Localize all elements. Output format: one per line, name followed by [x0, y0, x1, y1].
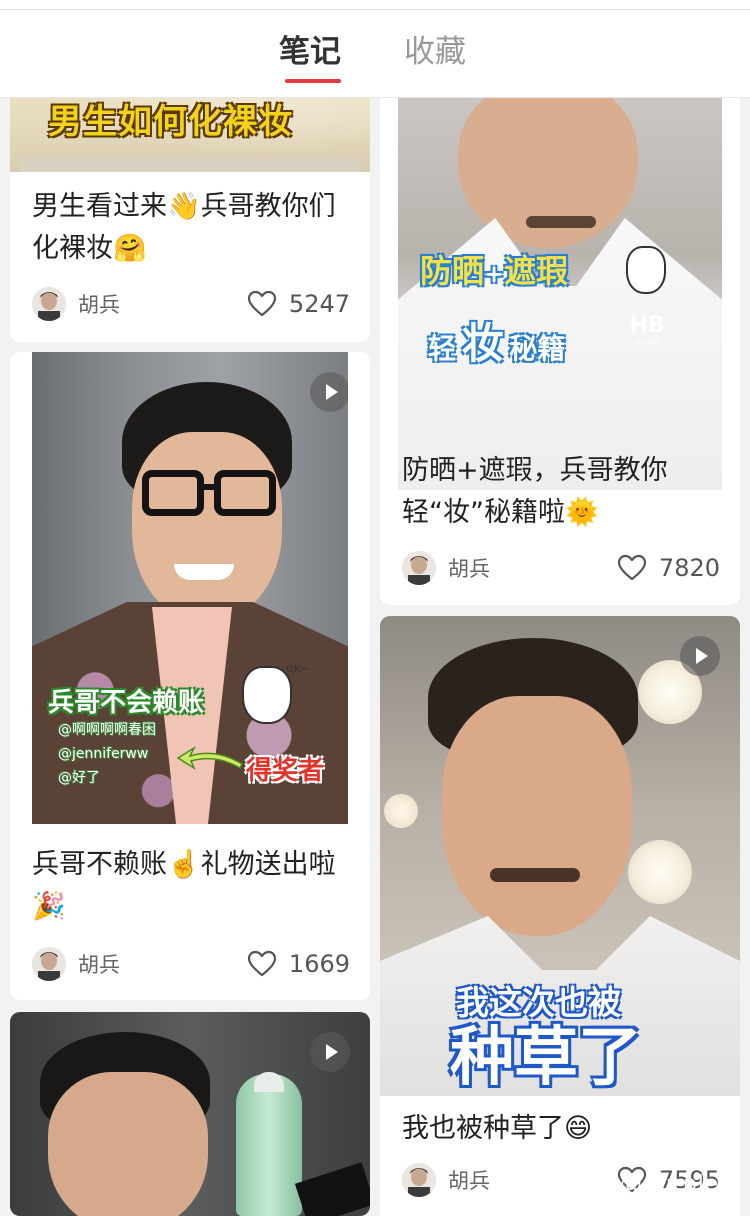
author-name: 胡兵 — [78, 293, 120, 317]
tab-notes[interactable]: 笔记 — [279, 30, 341, 74]
sticker-text: OK~ — [286, 664, 309, 675]
note-card[interactable]: 防晒+遮瑕 轻 妆 秘籍 HB HU BING 防晒+遮瑕，兵哥教你轻“妆”秘籍… — [380, 40, 740, 605]
winner-label: 得奖者 — [246, 756, 325, 786]
thumbnail-caption: 妆 — [461, 319, 504, 368]
thumbnail-caption: 防晒 — [420, 252, 485, 290]
like-count: 7820 — [658, 554, 720, 582]
watermark-text: 知乎 @purplez — [565, 1172, 732, 1197]
like-count: 5247 — [288, 290, 350, 318]
status-bar-divider — [0, 0, 750, 10]
note-card[interactable]: 兵哥不会赖账 @啊啊啊啊春困 @jenniferww @好了 得奖者 OK~ 兵… — [10, 352, 370, 1000]
note-card[interactable]: 我这次也被 种草了 我也被种草了😄 胡兵 7595 — [380, 616, 740, 1216]
winner-name: @jenniferww — [58, 746, 149, 762]
thumbnail-caption: 男生如何化裸妆 — [48, 102, 293, 142]
thumbnail-caption: 轻 — [428, 332, 457, 365]
thumbnail-caption: 兵哥不会赖账 — [48, 688, 205, 718]
tab-bar: 笔记 收藏 — [0, 0, 750, 98]
note-author[interactable]: 胡兵 — [32, 286, 120, 322]
play-icon — [310, 1032, 350, 1072]
hb-logo: HB HU BING — [629, 313, 665, 347]
bottle — [236, 1074, 302, 1216]
author-name: 胡兵 — [78, 953, 120, 977]
like-button[interactable]: 7820 — [617, 550, 720, 586]
note-author[interactable]: 胡兵 — [32, 946, 120, 982]
author-name: 胡兵 — [448, 1169, 490, 1193]
play-icon — [310, 372, 348, 412]
note-thumbnail: 防晒+遮瑕 轻 妆 秘籍 HB HU BING — [398, 98, 722, 490]
like-count: 1669 — [288, 950, 350, 978]
note-title: 兵哥不赖账☝️礼物送出啦🎉 — [32, 849, 336, 922]
winner-list: @啊啊啊啊春困 @jenniferww @好了 — [58, 718, 156, 790]
lamp — [628, 840, 692, 904]
notes-page: 笔记 收藏 男生如何化裸妆 男生看过来👋兵哥教你们化裸妆🤗 胡兵 5247 防晒… — [0, 0, 750, 1216]
note-card[interactable] — [10, 1012, 370, 1216]
note-title: 我也被种草了😄 — [402, 1113, 593, 1144]
thumbnail-caption: 秘籍 — [509, 332, 566, 365]
thumbnail-caption: 我这次也被 — [456, 983, 621, 1022]
note-thumbnail — [10, 1012, 370, 1216]
heart-icon — [617, 554, 647, 581]
play-icon — [680, 636, 720, 676]
heart-icon — [247, 290, 277, 317]
note-thumbnail: 兵哥不会赖账 @啊啊啊啊春困 @jenniferww @好了 得奖者 OK~ — [32, 352, 348, 824]
arrow-left-icon — [176, 745, 243, 770]
cartoon-sticker — [242, 666, 292, 724]
like-button[interactable]: 5247 — [247, 286, 350, 322]
avatar — [32, 287, 66, 321]
avatar — [402, 551, 436, 585]
winner-name: @好了 — [58, 770, 100, 786]
author-name: 胡兵 — [448, 557, 490, 581]
thumbnail-caption: 种草了 — [450, 1021, 642, 1095]
note-title: 男生看过来👋兵哥教你们化裸妆🤗 — [32, 191, 336, 264]
heart-icon — [247, 950, 277, 977]
thumbnail-caption: 遮瑕 — [504, 252, 569, 290]
cartoon-sticker — [626, 246, 666, 294]
like-button[interactable]: 1669 — [247, 946, 350, 982]
note-title: 防晒+遮瑕，兵哥教你轻“妆”秘籍啦🌞 — [402, 455, 668, 528]
note-author[interactable]: 胡兵 — [402, 550, 490, 586]
active-tab-indicator — [285, 79, 341, 83]
winner-name: @啊啊啊啊春困 — [58, 722, 156, 738]
avatar — [402, 1163, 436, 1197]
avatar — [32, 947, 66, 981]
thumbnail-caption-plus: + — [484, 260, 505, 288]
note-thumbnail: 我这次也被 种草了 — [380, 616, 740, 1096]
note-author[interactable]: 胡兵 — [402, 1162, 490, 1198]
lamp — [384, 794, 418, 828]
tab-favorites[interactable]: 收藏 — [404, 30, 466, 74]
